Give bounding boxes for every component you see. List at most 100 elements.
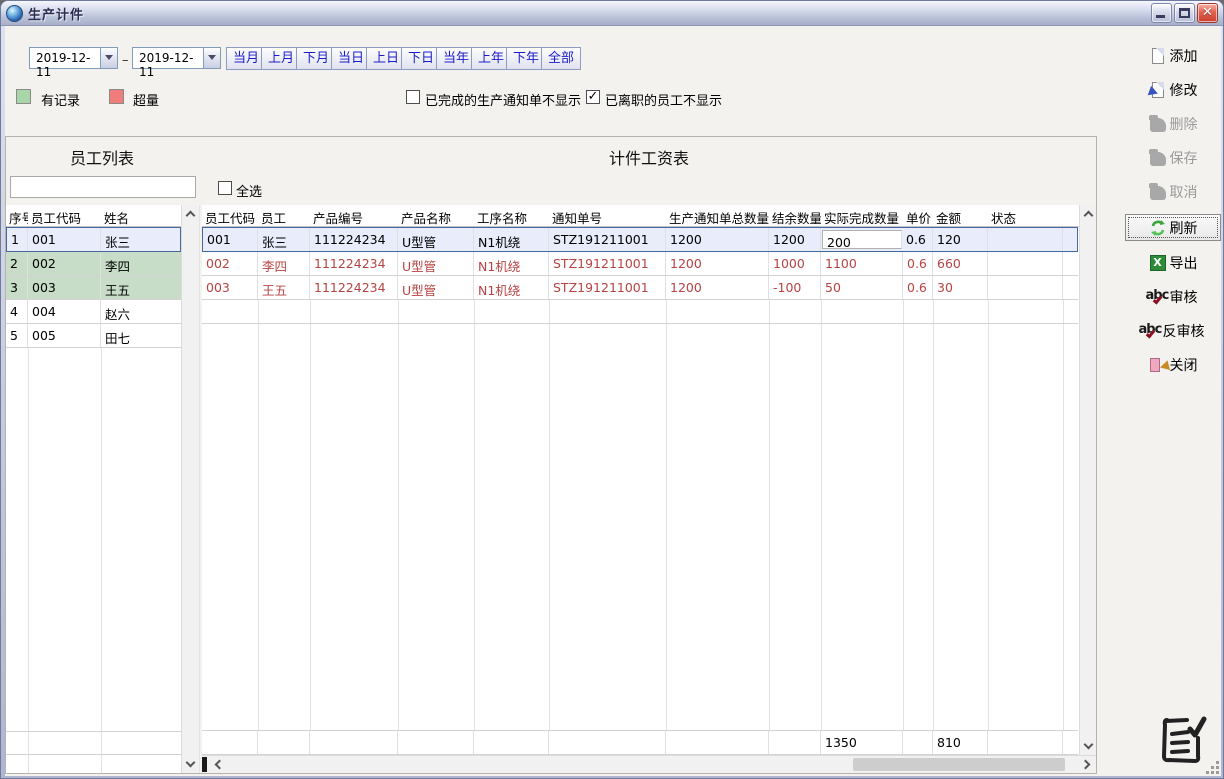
legend-over-quota-swatch [109,89,124,104]
date-from-combo[interactable]: 2019-12-11 [29,47,118,69]
select-all-checkbox[interactable] [218,181,232,195]
scroll-down-icon[interactable] [1080,738,1096,755]
chevron-down-icon[interactable] [100,48,117,68]
legend-has-record-swatch [16,89,31,104]
column-header[interactable]: 通知单号 [549,205,666,226]
column-header[interactable]: 产品编号 [310,205,398,226]
close-book-icon [1149,356,1167,374]
piecework-grid-vscrollbar[interactable] [1079,205,1096,755]
close-form-button[interactable]: 关闭 [1125,353,1221,377]
column-header[interactable]: 实际完成数量 [821,205,903,226]
employee-search-input[interactable] [10,176,196,198]
save-button[interactable]: 保存 [1125,146,1221,170]
add-button[interactable]: 添加 [1125,44,1221,68]
quick-button-current-month[interactable]: 当月 [226,47,266,70]
employee-grid: 序号 员工代码 姓名 1 001 张三 2 002 李四 3 003 王 [6,205,198,773]
employee-grid-vscrollbar[interactable] [181,205,198,773]
piecework-grid-hscrollbar[interactable] [202,755,1096,773]
legend-has-record-label: 有记录 [41,90,80,109]
select-all-label[interactable]: 全选 [236,181,262,200]
refresh-icon [1149,219,1167,237]
quick-button-next-day[interactable]: 下日 [401,47,441,70]
quick-button-current-year[interactable]: 当年 [436,47,476,70]
hide-resigned-label[interactable]: 已离职的员工不显示 [605,90,722,109]
employee-row[interactable]: 5 005 田七 [6,324,181,348]
piecework-row[interactable]: 002 李四 111224234 U型管 N1机绕 STZ191211001 1… [202,252,1078,276]
total-amount: 810 [933,731,988,754]
quick-button-current-day[interactable]: 当日 [331,47,371,70]
column-header[interactable]: 产品名称 [398,205,474,226]
minimize-button[interactable] [1151,3,1172,23]
column-header[interactable]: 结余数量 [769,205,821,226]
quick-button-prev-day[interactable]: 上日 [366,47,406,70]
column-header[interactable]: 生产通知单总数量 [666,205,769,226]
legend-over-quota-label: 超量 [133,90,159,109]
hide-resigned-checkbox[interactable]: ✓ [586,90,600,104]
employee-row[interactable]: 2 002 李四 [6,252,181,276]
date-to-value: 2019-12-11 [133,48,203,68]
scroll-up-icon[interactable] [182,205,198,222]
employee-grid-header: 序号 员工代码 姓名 [6,205,198,227]
export-button[interactable]: 导出 [1125,251,1221,275]
column-header[interactable]: 姓名 [101,205,181,226]
modify-button[interactable]: 修改 [1125,78,1221,102]
close-icon: ✕ [1198,4,1217,22]
unaudit-button[interactable]: abc 反审核 [1125,319,1221,343]
employee-row[interactable]: 4 004 赵六 [6,300,181,324]
scroll-right-icon[interactable] [1079,756,1096,773]
quick-button-all[interactable]: 全部 [541,47,581,70]
column-header[interactable]: 员工 [258,205,310,226]
scroll-down-icon[interactable] [182,756,198,773]
hide-completed-label[interactable]: 已完成的生产通知单不显示 [425,90,581,109]
employee-row-selected[interactable]: 1 001 张三 [6,227,181,252]
column-header[interactable]: 状态 [988,205,1063,226]
window-content: 2019-12-11 – 2019-12-11 当月 上月 下月 当日 上日 下… [5,26,1221,776]
close-button[interactable]: ✕ [1197,3,1218,23]
action-sidebar: 添加 修改 删除 保存 取消 刷新 [1125,44,1221,387]
column-header[interactable]: 员工代码 [202,205,258,226]
hide-completed-checkbox[interactable] [406,90,420,104]
scroll-up-icon[interactable] [1080,205,1096,222]
piecework-grid: 员工代码 员工 产品编号 产品名称 工序名称 通知单号 生产通知单总数量 结余数… [202,205,1096,773]
scroll-left-icon[interactable] [209,756,226,773]
piecework-table-title: 计件工资表 [202,145,1096,169]
hscroll-thumb[interactable] [853,758,1065,771]
quick-button-prev-month[interactable]: 上月 [261,47,301,70]
column-header[interactable]: 金额 [933,205,988,226]
date-to-combo[interactable]: 2019-12-11 [132,47,221,69]
piecework-row-selected[interactable]: 001 张三 111224234 U型管 N1机绕 STZ191211001 1… [202,227,1078,252]
refresh-button[interactable]: 刷新 [1125,214,1221,241]
date-from-value: 2019-12-11 [30,48,100,68]
abc-check-icon: abc [1142,322,1160,340]
audit-button[interactable]: abc 审核 [1125,285,1221,309]
employee-row[interactable]: 3 003 王五 [6,276,181,300]
chevron-down-icon[interactable] [203,48,220,68]
piecework-grid-header: 员工代码 员工 产品编号 产品名称 工序名称 通知单号 生产通知单总数量 结余数… [202,205,1096,227]
quick-button-prev-year[interactable]: 上年 [471,47,511,70]
column-header[interactable]: 序号 [6,205,28,226]
titlebar[interactable]: 生产计件 ✕ [1,1,1223,26]
delete-button[interactable]: 删除 [1125,112,1221,136]
save-icon [1149,149,1167,167]
notes-check-icon [1157,712,1207,768]
column-header[interactable]: 员工代码 [28,205,101,226]
maximize-icon [1179,8,1190,18]
column-header[interactable]: 单价 [903,205,933,226]
totals-row: 1350 810 [202,731,1078,755]
resize-grip[interactable] [1205,760,1219,774]
minimize-icon [1156,15,1165,18]
abc-check-icon: abc [1149,288,1167,306]
cancel-button[interactable]: 取消 [1125,180,1221,204]
excel-export-icon [1149,254,1167,272]
column-header[interactable]: 工序名称 [474,205,549,226]
maximize-button[interactable] [1174,3,1195,23]
splitter-handle[interactable] [202,757,207,772]
actual-qty-edit-cell[interactable]: 200 [822,230,902,249]
main-panel: 员工列表 计件工资表 全选 序号 员工代码 姓名 1 001 张三 [5,136,1097,774]
add-page-icon [1149,47,1167,65]
quick-button-next-year[interactable]: 下年 [506,47,546,70]
employee-list-title: 员工列表 [6,145,198,169]
app-icon [6,5,23,22]
piecework-row[interactable]: 003 王五 111224234 U型管 N1机绕 STZ191211001 1… [202,276,1078,300]
quick-button-next-month[interactable]: 下月 [296,47,336,70]
